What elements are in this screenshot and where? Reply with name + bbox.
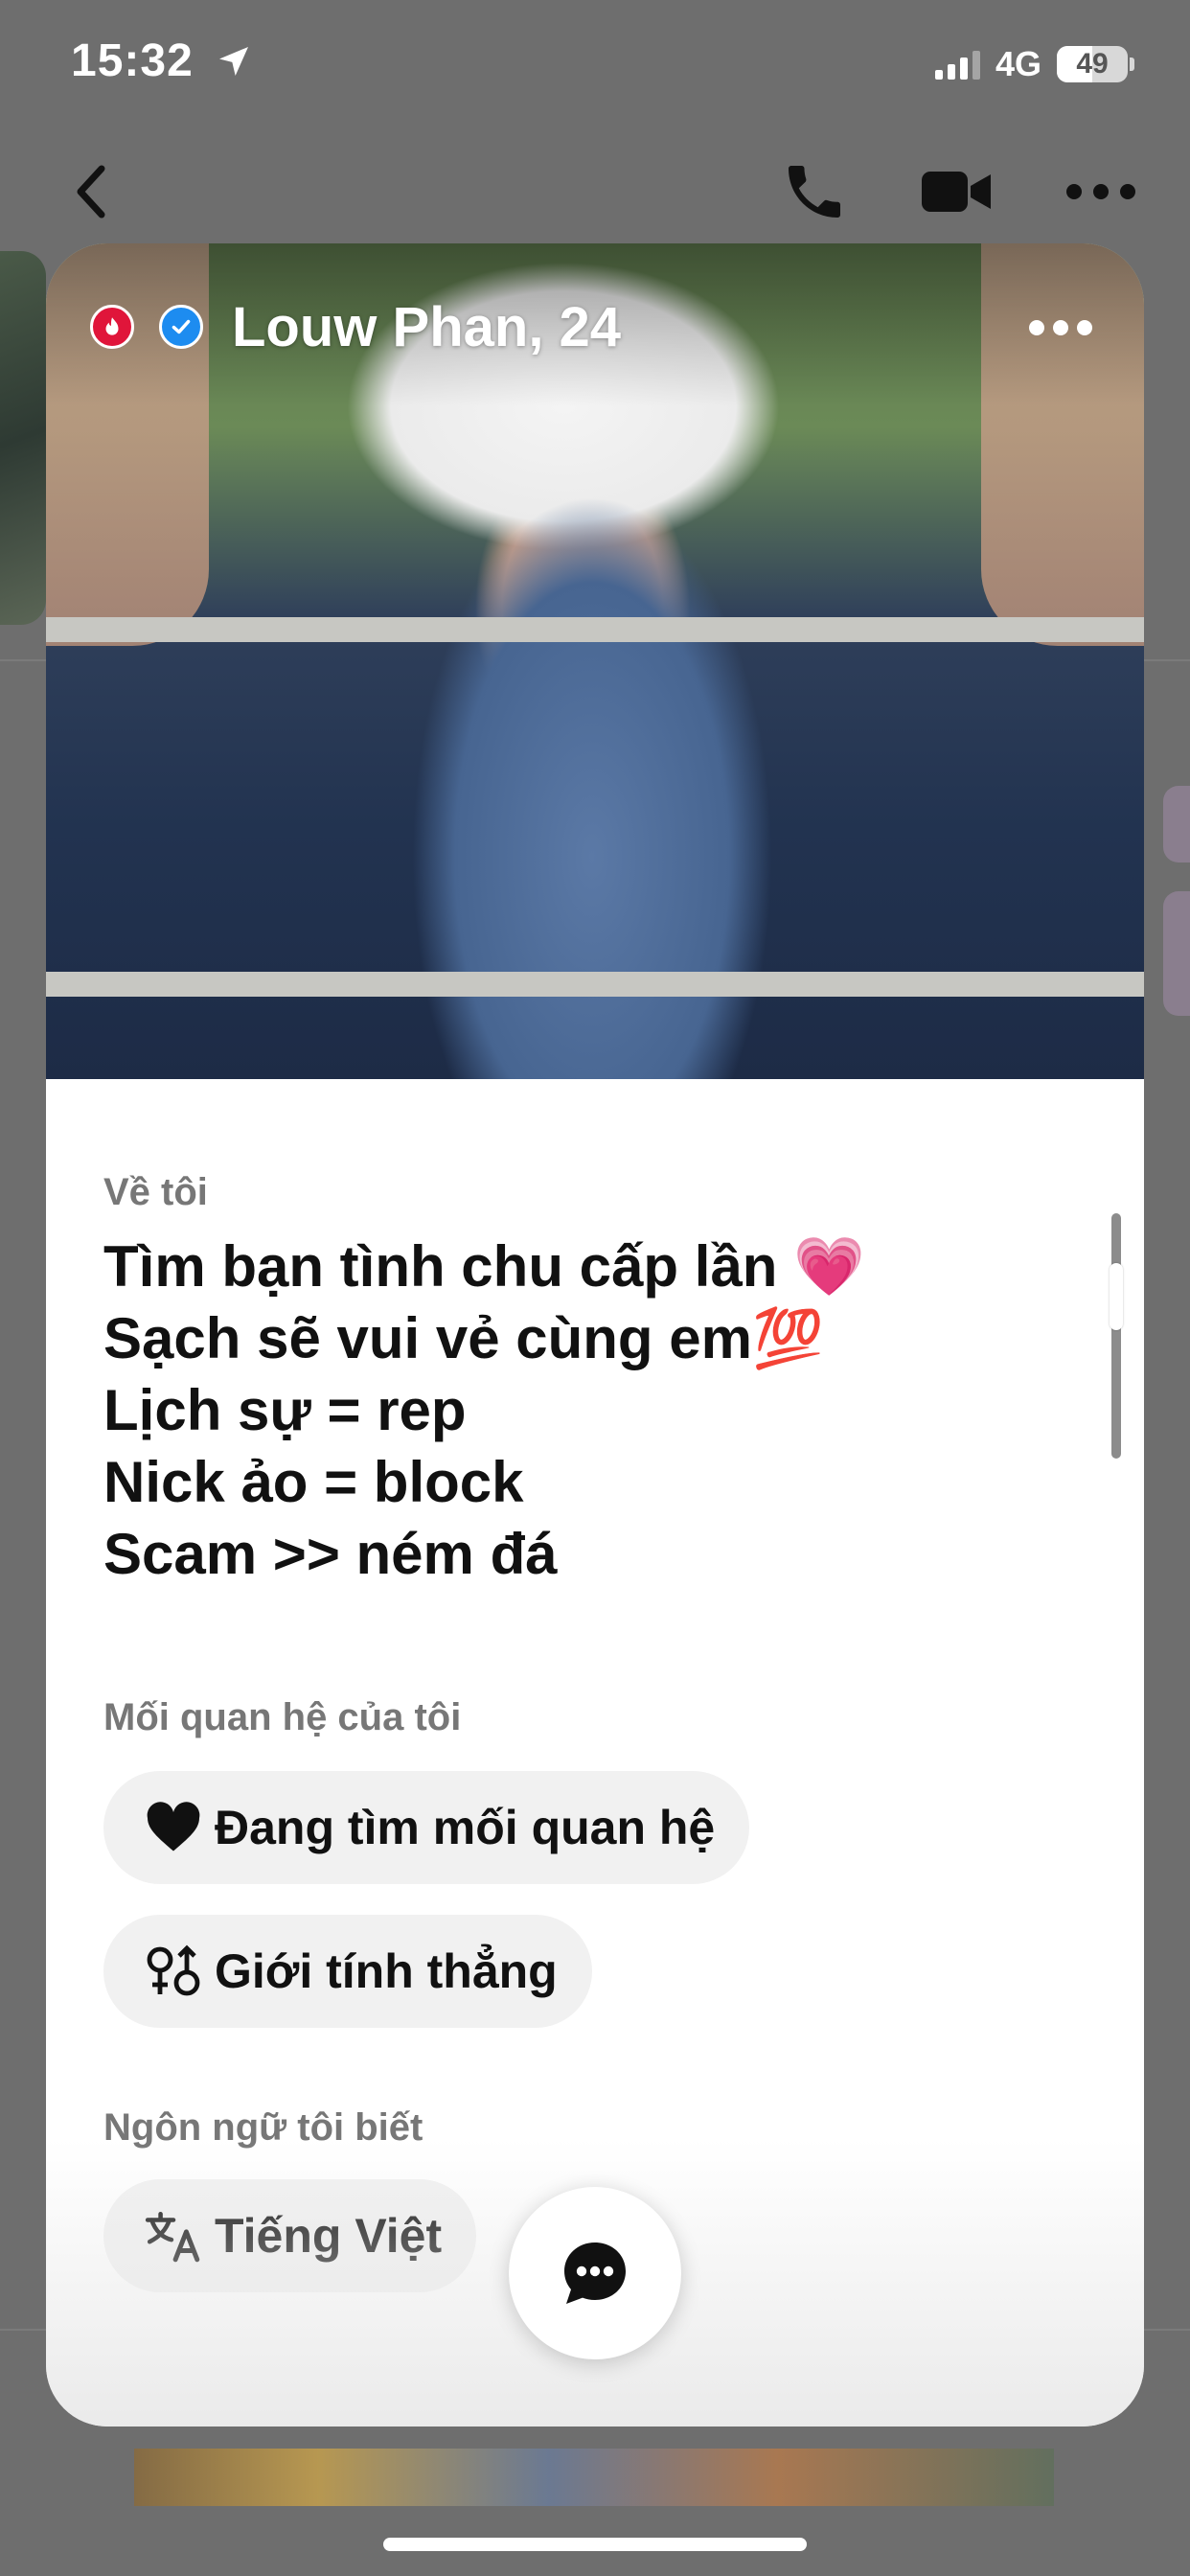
relationship-label: Mối quan hệ của tôi xyxy=(103,1696,462,1738)
chat-bubble-icon xyxy=(564,2242,626,2304)
verified-badge-icon xyxy=(159,305,203,349)
scrollbar-thumb[interactable] xyxy=(1110,1263,1123,1330)
more-options-button[interactable] xyxy=(1058,153,1144,230)
background-image-strip xyxy=(134,2449,1054,2506)
battery-icon: 49 xyxy=(1057,46,1128,82)
cellular-signal-icon xyxy=(934,49,980,80)
battery-cap xyxy=(1130,58,1134,71)
status-time: 15:32 xyxy=(71,35,194,86)
video-camera-icon xyxy=(922,172,991,212)
relationship-chip: Đang tìm mối quan hệ xyxy=(103,1771,750,1884)
background-element xyxy=(1163,786,1190,862)
translate-icon xyxy=(144,2206,203,2266)
battery-level: 49 xyxy=(1076,48,1109,80)
heart-icon xyxy=(144,1798,203,1857)
network-type: 4G xyxy=(995,44,1041,83)
dot xyxy=(1077,320,1092,335)
about-me-text: Tìm bạn tình chu cấp lần 💗 Sạch sẽ vui v… xyxy=(103,1234,865,1586)
photo-detail xyxy=(46,972,1144,997)
video-call-button[interactable] xyxy=(918,153,995,230)
phone-icon xyxy=(789,166,840,218)
language-chip: Tiếng Việt xyxy=(103,2179,477,2292)
profile-header: Louw Phan, 24 xyxy=(46,288,1144,364)
gender-chip-label: Giới tính thẳng xyxy=(215,1944,558,1998)
dot xyxy=(1053,320,1068,335)
profile-photo[interactable] xyxy=(46,243,1144,1079)
back-button[interactable] xyxy=(54,153,130,230)
flame-badge-icon xyxy=(90,305,134,349)
gender-symbol-icon xyxy=(144,1942,203,2001)
chat-top-nav xyxy=(0,144,1190,240)
more-horizontal-icon xyxy=(1066,184,1135,199)
background-element xyxy=(1163,891,1190,1016)
profile-name-age: Louw Phan, 24 xyxy=(232,296,622,358)
language-chip-label: Tiếng Việt xyxy=(215,2209,443,2263)
profile-card[interactable]: Louw Phan, 24 Về tôi Tìm bạn tình chu cấ… xyxy=(46,243,1144,2426)
profile-more-button[interactable] xyxy=(1018,299,1104,356)
background-photo-thumbnail xyxy=(0,251,46,625)
photo-detail xyxy=(46,617,1144,642)
languages-label: Ngôn ngữ tôi biết xyxy=(103,2106,423,2149)
chevron-left-icon xyxy=(77,165,105,218)
scrollbar-track[interactable] xyxy=(1111,1213,1121,1459)
status-indicators: 4G 49 xyxy=(934,44,1134,84)
home-indicator[interactable] xyxy=(383,2538,807,2551)
gender-chip: Giới tính thẳng xyxy=(103,1915,592,2028)
message-button[interactable] xyxy=(509,2187,681,2359)
location-arrow-icon xyxy=(219,47,248,76)
dot xyxy=(1029,320,1044,335)
status-bar: 15:32 4G 49 xyxy=(0,0,1190,126)
about-me-label: Về tôi xyxy=(103,1171,208,1213)
call-button[interactable] xyxy=(776,153,853,230)
relationship-chip-label: Đang tìm mối quan hệ xyxy=(215,1801,716,1854)
